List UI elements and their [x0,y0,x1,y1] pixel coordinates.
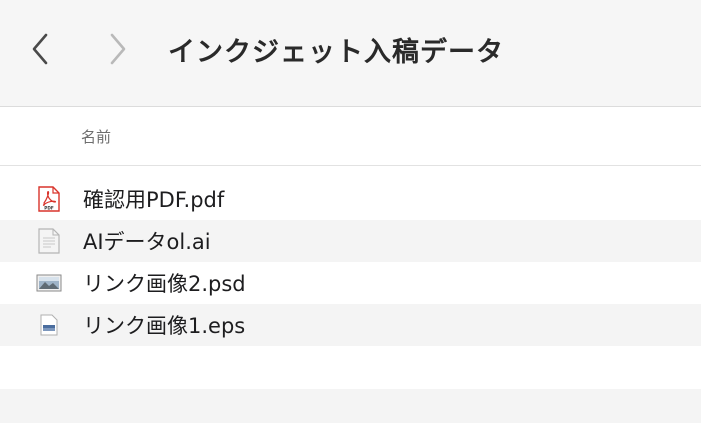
pdf-file-icon: PDF [36,186,62,212]
column-header[interactable]: 名前 [0,107,701,166]
file-name: リンク画像2.psd [83,272,246,296]
file-row-psd[interactable]: リンク画像2.psd [0,262,701,304]
chevron-left-icon [32,33,48,65]
finder-window: インクジェット入稿データ 名前 PDF 確認用PDF.pdf AIデータol.a… [0,0,701,423]
chevron-right-icon [110,33,126,65]
forward-button[interactable] [100,29,136,69]
toolbar: インクジェット入稿データ [0,0,701,107]
file-row-pdf[interactable]: PDF 確認用PDF.pdf [0,178,701,220]
ai-file-icon [36,228,62,254]
file-list: PDF 確認用PDF.pdf AIデータol.ai リンク画像2.psd リンク… [0,178,701,423]
back-button[interactable] [22,29,58,69]
file-name: AIデータol.ai [83,230,211,254]
window-title: インクジェット入稿データ [168,37,504,68]
file-row-eps[interactable]: リンク画像1.eps [0,304,701,346]
file-name: 確認用PDF.pdf [83,188,225,212]
empty-row [0,346,701,389]
svg-text:PDF: PDF [44,206,54,211]
eps-file-icon [36,312,62,338]
image-file-icon [36,270,62,296]
column-header-name[interactable]: 名前 [81,126,111,147]
empty-row [0,389,701,423]
file-row-ai[interactable]: AIデータol.ai [0,220,701,262]
file-name: リンク画像1.eps [83,314,246,338]
